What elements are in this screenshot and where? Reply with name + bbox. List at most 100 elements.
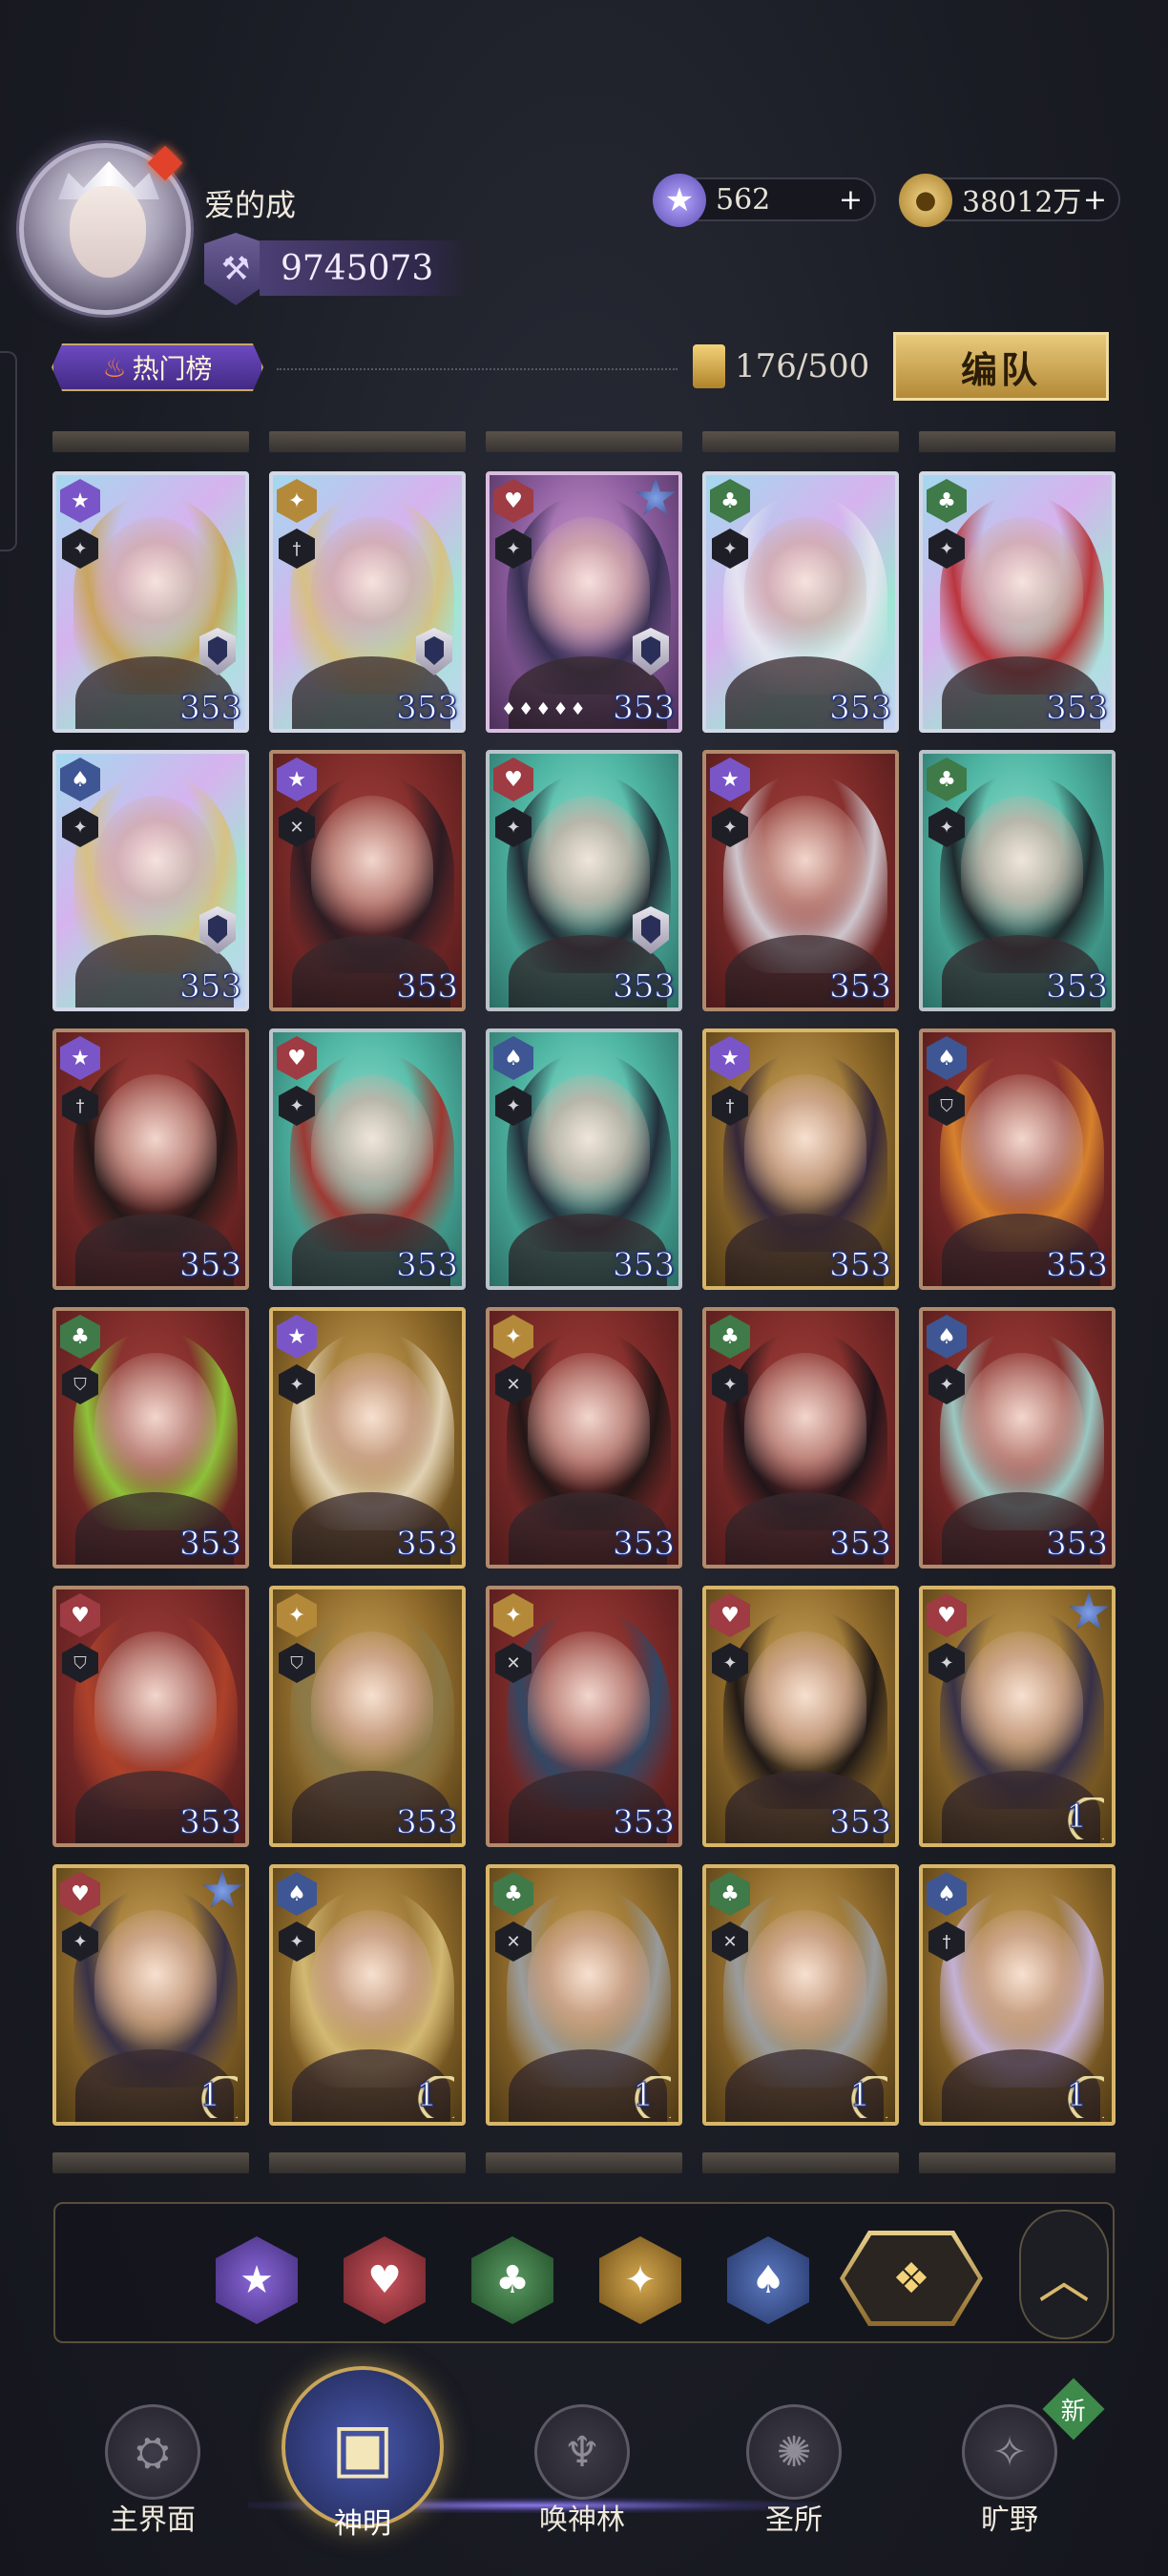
card-level: 353: [396, 1803, 459, 1842]
awaken-star-icon: [201, 1870, 243, 1909]
card-level: 353: [613, 1803, 676, 1842]
new-badge-label: 新: [1060, 2397, 1087, 2426]
filter-all-button[interactable]: ❖: [840, 2231, 983, 2326]
god-card[interactable]: ✦ † 353: [269, 471, 466, 733]
god-card[interactable]: ★ ✕ 353: [269, 750, 466, 1011]
card-level: 353: [1046, 689, 1109, 728]
god-card[interactable]: ♠ ✦ 353: [919, 1307, 1116, 1568]
side-drawer-handle[interactable]: [0, 351, 17, 551]
nav-item-realm[interactable]: ⛭ 主界面: [57, 2404, 248, 2547]
power-emblem-icon: ⚒: [204, 233, 267, 305]
card-level: 1: [619, 2076, 671, 2118]
card-portrait: [528, 796, 650, 939]
awaken-star-icon: [635, 477, 677, 516]
nav-label-gods: 神明: [334, 2507, 391, 2541]
team-formation-button[interactable]: 编队: [893, 332, 1109, 401]
card-portrait: [94, 517, 217, 660]
nav-item-grove[interactable]: ♆ 唤神林: [487, 2404, 678, 2547]
god-card[interactable]: ♥ ✦ 1: [52, 1864, 249, 2126]
diamond-faction-icon: ✦: [493, 1315, 533, 1359]
roster-count: 176/500: [693, 342, 869, 391]
god-card[interactable]: ✦ ✕ 353: [486, 1586, 682, 1847]
hot-ranking-tab[interactable]: ♨ 热门榜: [52, 343, 263, 391]
nav-item-sanctuary[interactable]: ✺ 圣所: [699, 2404, 889, 2547]
card-level: 353: [829, 1246, 892, 1285]
club-faction-icon: ♣: [493, 1872, 533, 1916]
club-faction-icon: ♣: [710, 479, 750, 523]
god-card[interactable]: ★ † 353: [702, 1028, 899, 1290]
god-card[interactable]: ♠ † 1: [919, 1864, 1116, 2126]
god-card[interactable]: ♥ ✦ ♦♦♦♦♦ 353: [486, 471, 682, 733]
god-card[interactable]: ♥ ✦ 353: [269, 1028, 466, 1290]
god-card[interactable]: ★ ✦ 353: [52, 471, 249, 733]
card-level: 353: [179, 689, 242, 728]
card-level: 353: [829, 1803, 892, 1842]
god-card[interactable]: ♠ ✦ 353: [486, 1028, 682, 1290]
filter-star-button[interactable]: ★: [216, 2236, 298, 2324]
card-level: 353: [1046, 1246, 1109, 1285]
card-portrait: [528, 517, 650, 660]
god-card[interactable]: ★ † 353: [52, 1028, 249, 1290]
filter-spade-button[interactable]: ♠: [727, 2236, 809, 2324]
card-portrait: [311, 796, 433, 939]
card-level: 353: [396, 967, 459, 1007]
card-count-icon: [693, 344, 725, 388]
nav-label-grove: 唤神林: [539, 2503, 625, 2537]
god-card[interactable]: ★ ✦ 353: [269, 1307, 466, 1568]
crystal-amount: 562: [716, 182, 771, 217]
god-card[interactable]: ♣ ✕ 1: [486, 1864, 682, 2126]
card-portrait: [94, 1910, 217, 2053]
crystal-resource[interactable]: ★ 562 +: [653, 174, 876, 227]
heart-faction-icon: ♥: [493, 758, 533, 801]
god-card[interactable]: ♥ ✦ 353: [486, 750, 682, 1011]
god-card[interactable]: ♣ ✕ 1: [702, 1864, 899, 2126]
filter-diamond-button[interactable]: ✦: [599, 2236, 681, 2324]
collapse-filter-button[interactable]: ︿: [1019, 2210, 1109, 2339]
god-card[interactable]: ♣ ✦ 353: [919, 750, 1116, 1011]
god-card[interactable]: ♣ ✦ 353: [919, 471, 1116, 733]
card-portrait: [528, 1353, 650, 1496]
card-portrait: [961, 1631, 1083, 1775]
card-level: 1: [186, 2076, 238, 2118]
wild-nav-icon: ✧: [962, 2404, 1057, 2500]
gold-resource[interactable]: ● 38012万 +: [899, 174, 1120, 227]
god-card[interactable]: ♠ ✦ 1: [269, 1864, 466, 2126]
app-root: 爱的成 ⚒ 9745073 ★ 562 + ● 38012万 + ♨ 热门榜 1…: [0, 0, 1168, 2576]
card-level: 353: [396, 1525, 459, 1564]
god-card[interactable]: ♣ ⛉ 353: [52, 1307, 249, 1568]
card-portrait: [744, 796, 866, 939]
divider: [277, 368, 678, 370]
filter-heart-button[interactable]: ♥: [344, 2236, 426, 2324]
god-card[interactable]: ♣ ✦ 353: [702, 1307, 899, 1568]
god-card[interactable]: ♥ ✦ 353: [702, 1586, 899, 1847]
god-card[interactable]: ♠ ✦ 353: [52, 750, 249, 1011]
god-card[interactable]: ✦ ✕ 353: [486, 1307, 682, 1568]
star-faction-icon: ★: [710, 758, 750, 801]
god-card[interactable]: ♣ ✦ 353: [702, 471, 899, 733]
star-faction-icon: ★: [60, 479, 100, 523]
card-level: 1: [403, 2076, 454, 2118]
god-card[interactable]: ♥ ⛉ 353: [52, 1586, 249, 1847]
filter-club-button[interactable]: ♣: [471, 2236, 553, 2324]
god-card[interactable]: ★ ✦ 353: [702, 750, 899, 1011]
card-level: 353: [179, 1525, 242, 1564]
god-card[interactable]: ♥ ✦ 1: [919, 1586, 1116, 1847]
crystal-icon: ★: [653, 174, 706, 227]
club-faction-icon: ♣: [927, 479, 967, 523]
card-level: 353: [829, 689, 892, 728]
nav-item-gods[interactable]: ▣ 神明: [267, 2366, 458, 2547]
card-level: 353: [613, 1525, 676, 1564]
god-card[interactable]: ♠ ⛉ 353: [919, 1028, 1116, 1290]
gold-coin-icon: ●: [899, 174, 952, 227]
star-rating: ♦♦♦♦♦: [501, 699, 588, 719]
card-portrait: [744, 517, 866, 660]
heart-faction-icon: ♥: [493, 479, 533, 523]
card-level: 353: [179, 1246, 242, 1285]
god-card-grid[interactable]: ★ ✦ 353 ✦ † 353 ♥ ✦ ♦♦♦♦♦ 353 ♣ ✦ 353 ♣ ✦ 353 ♠ ✦ 353 ★ ✕ 353…: [52, 471, 1117, 2126]
add-crystal-button[interactable]: +: [839, 183, 863, 217]
add-gold-button[interactable]: +: [1083, 183, 1107, 217]
god-card[interactable]: ✦ ⛉ 353: [269, 1586, 466, 1847]
card-portrait: [961, 1353, 1083, 1496]
card-portrait: [961, 1910, 1083, 2053]
club-faction-icon: ♣: [60, 1315, 100, 1359]
